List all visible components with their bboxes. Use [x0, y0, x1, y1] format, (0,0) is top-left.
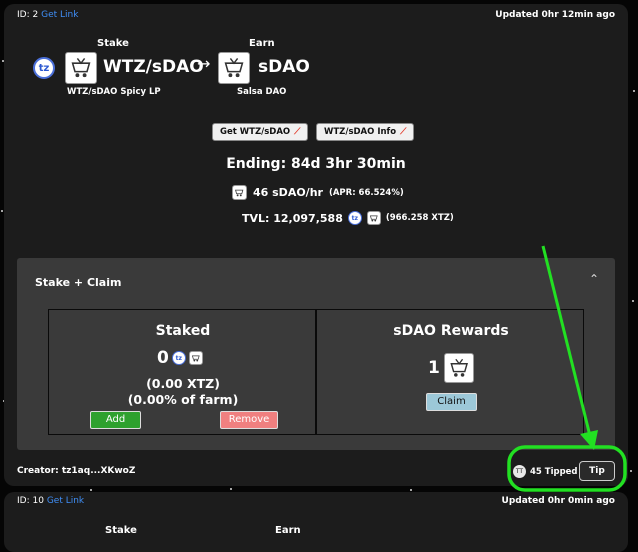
earn-token-name: sDAO — [258, 57, 310, 77]
staked-amount-row: 0 tz — [157, 348, 203, 368]
staked-box: Staked 0 tz (0.00 XTZ) (0.00% of farm) A… — [48, 309, 316, 435]
salsa-cart-icon — [188, 351, 203, 365]
tezos-icon: tz — [347, 211, 362, 225]
stake-token-sub: WTZ/sDAO Spicy LP — [67, 87, 161, 97]
tipped-count: TT 45 Tipped — [513, 465, 578, 478]
tvl-row: TVL: 12,097,588 tz (966.258 XTZ) — [242, 211, 454, 225]
salsa-cart-icon — [443, 353, 474, 383]
farm-id: ID: 2 Get Link — [17, 10, 78, 20]
staked-percent: (0.00% of farm) — [127, 392, 239, 407]
stake-label: Stake — [97, 38, 129, 49]
farm-id: ID: 10 Get Link — [17, 496, 85, 506]
salsa-cart-icon — [218, 52, 250, 84]
ending-time: Ending: 84d 3hr 30min — [226, 156, 406, 172]
tip-button[interactable]: Tip — [579, 461, 615, 481]
remove-button[interactable]: Remove — [220, 411, 278, 429]
farm-id-label: ID: 2 — [17, 10, 39, 20]
earn-label: Earn — [249, 38, 275, 49]
farm-card-2: ID: 10 Get Link Updated 0hr 0min ago Sta… — [4, 492, 628, 552]
get-link[interactable]: Get Link — [47, 496, 84, 506]
panel-title[interactable]: Stake + Claim — [35, 276, 121, 289]
stake-token-name: WTZ/sDAO — [103, 57, 204, 77]
token-info-button[interactable]: WTZ/sDAO Info ⟋ — [316, 123, 415, 141]
get-link[interactable]: Get Link — [41, 10, 78, 20]
reward-rate: 46 sDAO/hr (APR: 66.524%) — [232, 185, 404, 200]
creator-address: Creator: tz1aq...XKwoZ — [17, 466, 136, 476]
updated-time: Updated 0hr 12min ago — [495, 10, 615, 20]
tezos-icon: tz — [33, 57, 55, 79]
avatar: TT — [513, 465, 526, 478]
earn-label: Earn — [275, 525, 301, 536]
rewards-amount-row: 1 — [428, 353, 474, 383]
salsa-cart-icon — [65, 52, 97, 84]
claim-button[interactable]: Claim — [426, 393, 477, 411]
staked-xtz: (0.00 XTZ) — [146, 376, 220, 391]
chili-icon: ⟋ — [400, 127, 407, 137]
earn-token-sub: Salsa DAO — [237, 87, 287, 97]
stake-claim-panel: Stake + Claim ⌃ Staked 0 tz (0.00 XTZ) (… — [17, 258, 615, 450]
chevron-up-icon[interactable]: ⌃ — [589, 272, 599, 286]
get-token-button[interactable]: Get WTZ/sDAO ⟋ — [212, 123, 309, 141]
tezos-icon: tz — [171, 351, 186, 365]
updated-time: Updated 0hr 0min ago — [501, 496, 615, 506]
rewards-title: sDAO Rewards — [393, 323, 509, 339]
add-button[interactable]: Add — [90, 411, 141, 429]
chili-icon: ⟋ — [294, 127, 301, 137]
salsa-cart-icon — [232, 185, 247, 200]
rewards-box: sDAO Rewards 1 Claim — [316, 309, 584, 435]
salsa-cart-icon — [366, 211, 381, 225]
arrow-icon: → — [197, 54, 211, 73]
stake-label: Stake — [105, 525, 137, 536]
staked-title: Staked — [155, 323, 211, 339]
